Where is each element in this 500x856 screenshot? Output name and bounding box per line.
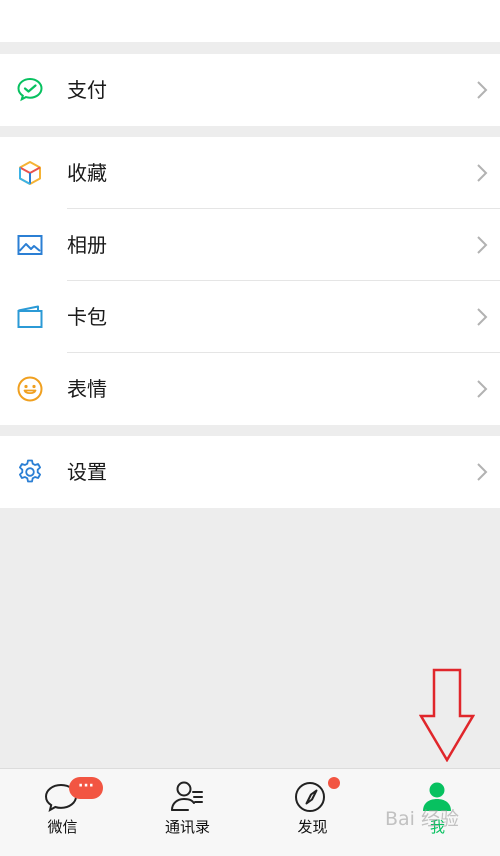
gear-icon (19, 459, 41, 483)
photo-album-icon (17, 235, 43, 255)
chevron-right-icon (477, 463, 488, 481)
card-wallet-icon (17, 305, 43, 328)
chevron-right-icon (477, 380, 488, 398)
tab-label: 发现 (297, 818, 328, 836)
menu-item-card-wallet[interactable]: 卡包 (0, 281, 500, 353)
menu-item-label: 表情 (67, 377, 107, 401)
baidu-watermark: Bai 经验 (385, 808, 459, 830)
menu-item-favorites[interactable]: 收藏 (0, 137, 500, 209)
notification-dot (328, 777, 340, 789)
menu-item-label: 收藏 (67, 161, 107, 185)
chevron-right-icon (477, 236, 488, 254)
contacts-icon (171, 781, 203, 811)
tab-chats[interactable]: ··· 微信 (0, 769, 125, 856)
favorites-cube-icon (19, 161, 41, 185)
chevron-right-icon (477, 81, 488, 99)
menu-item-label: 相册 (67, 233, 107, 257)
menu-item-settings[interactable]: 设置 (0, 436, 500, 508)
compass-icon (295, 782, 325, 812)
menu-group-pay: 支付 (0, 54, 500, 126)
tab-discover[interactable]: 发现 (250, 769, 375, 856)
menu-item-album[interactable]: 相册 (0, 209, 500, 281)
smiley-icon (17, 376, 43, 402)
top-blank-area (0, 0, 500, 42)
menu-item-label: 支付 (67, 78, 107, 102)
chevron-right-icon (477, 164, 488, 182)
down-arrow-annotation (419, 668, 475, 762)
menu-item-pay[interactable]: 支付 (0, 54, 500, 126)
menu-group-settings: 设置 (0, 436, 500, 508)
menu-item-label: 卡包 (67, 305, 107, 329)
unread-badge: ··· (69, 777, 103, 799)
menu-item-label: 设置 (67, 460, 107, 484)
wechat-pay-icon (17, 77, 43, 102)
tab-label: 通讯录 (164, 818, 210, 836)
chevron-right-icon (477, 308, 488, 326)
tab-label: 微信 (47, 818, 78, 836)
tab-contacts[interactable]: 通讯录 (125, 769, 250, 856)
menu-group-main: 收藏 相册 卡包 表情 (0, 137, 500, 425)
menu-item-stickers[interactable]: 表情 (0, 353, 500, 425)
